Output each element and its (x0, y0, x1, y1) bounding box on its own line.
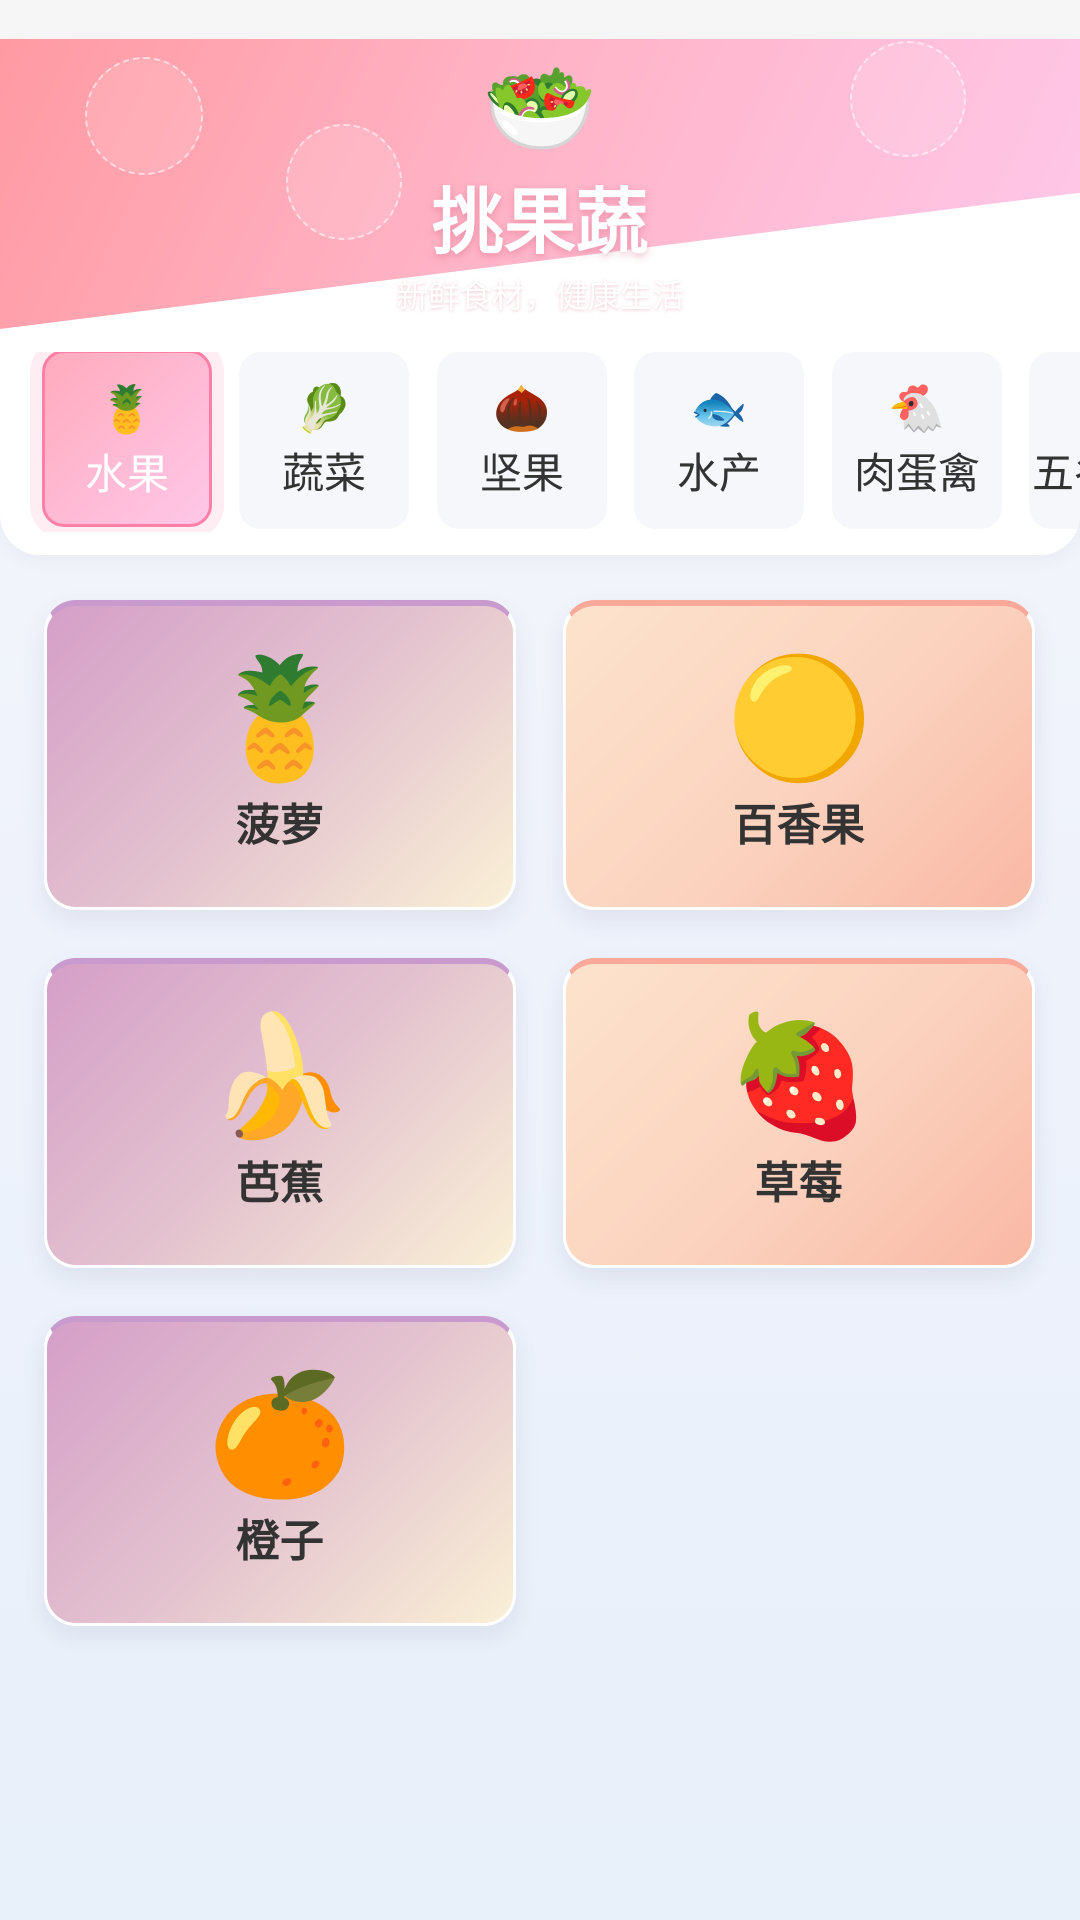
banana-icon: 🍌 (206, 1007, 354, 1145)
product-card[interactable]: 🍓 草莓 (563, 958, 1035, 1268)
fish-icon: 🐟 (690, 381, 748, 435)
product-card[interactable]: 🍍 菠萝 (44, 600, 516, 910)
strawberry-icon: 🍓 (725, 1007, 873, 1145)
category-tabs: 🍍 水果 🥬 蔬菜 🌰 坚果 🐟 水产 🐔 肉蛋禽 五谷 (0, 352, 1080, 532)
pineapple-icon: 🍍 (206, 649, 354, 787)
product-name: 百香果 (733, 800, 865, 851)
product-name: 草莓 (755, 1158, 843, 1209)
pineapple-icon: 🍍 (98, 382, 156, 436)
tab-seafood[interactable]: 🐟 水产 (634, 352, 804, 529)
tab-label: 坚果 (479, 449, 564, 498)
product-card[interactable]: 🍌 芭蕉 (44, 958, 516, 1268)
tab-label: 蔬菜 (281, 449, 366, 498)
page-title: 挑果蔬 (431, 180, 648, 264)
product-name: 芭蕉 (236, 1158, 324, 1209)
salad-icon: 🥗 (482, 55, 598, 162)
tab-nuts[interactable]: 🌰 坚果 (437, 352, 607, 529)
tab-label: 五谷 (1032, 449, 1080, 498)
tab-grains[interactable]: 五谷 (1029, 352, 1080, 529)
tab-meat-eggs-poultry[interactable]: 🐔 肉蛋禽 (832, 352, 1002, 529)
tab-label: 水果 (84, 450, 169, 499)
tab-label: 水产 (676, 449, 761, 498)
status-bar (0, 0, 1080, 39)
leafy-greens-icon: 🥬 (295, 381, 353, 435)
tab-fruit[interactable]: 🍍 水果 (42, 352, 212, 527)
product-card[interactable]: 🍊 橙子 (44, 1316, 516, 1626)
tab-label: 肉蛋禽 (853, 449, 980, 498)
product-card[interactable]: 🟡 百香果 (563, 600, 1035, 910)
page-subtitle: 新鲜食材，健康生活 (395, 277, 684, 315)
header: 🥗 挑果蔬 新鲜食材，健康生活 🍍 水果 🥬 蔬菜 🌰 坚果 🐟 水产 🐔 肉蛋… (0, 39, 1080, 555)
product-name: 橙子 (236, 1516, 324, 1567)
tab-vegetables[interactable]: 🥬 蔬菜 (239, 352, 409, 529)
passion-fruit-icon: 🟡 (725, 649, 873, 787)
chestnut-icon: 🌰 (493, 381, 551, 435)
chicken-icon: 🐔 (888, 381, 946, 435)
orange-icon: 🍊 (206, 1365, 354, 1503)
product-name: 菠萝 (236, 800, 324, 851)
